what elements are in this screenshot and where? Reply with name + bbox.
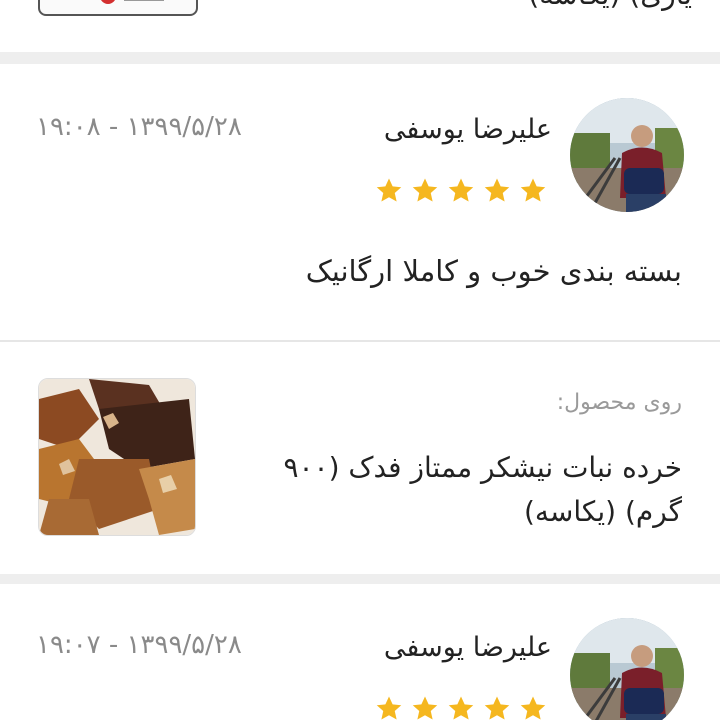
star-icon (412, 178, 438, 202)
star-icon (448, 696, 474, 720)
reviewer-name[interactable]: علیرضا یوسفی (384, 632, 552, 663)
product-name-line-1: خرده نبات نیشکر ممتاز فدک (۹۰۰ (283, 451, 682, 484)
review-card: علیرضا یوسفی ۱۳۹۹/۵/۲۸ - ۱۹:۰۸ بسته بندی… (0, 64, 720, 340)
star-icon (448, 178, 474, 202)
person-photo-icon (570, 98, 684, 212)
product-name-partial: یاری) (یکاسه) (528, 0, 692, 11)
product-card[interactable]: روی محصول: خرده نبات نیشکر ممتاز فدک (۹۰… (0, 342, 720, 574)
star-icon (412, 696, 438, 720)
product-card-partial[interactable]: یاری) (یکاسه) (0, 0, 720, 52)
rating-stars (374, 694, 548, 720)
review-date: ۱۳۹۹/۵/۲۸ - ۱۹:۰۸ (36, 112, 242, 142)
star-icon (520, 696, 546, 720)
reviewer-name[interactable]: علیرضا یوسفی (384, 114, 552, 145)
review-card: علیرضا یوسفی ۱۳۹۹/۵/۲۸ - ۱۹:۰۷ (0, 584, 720, 720)
review-comment: بسته بندی خوب و کاملا ارگانیک (305, 254, 682, 288)
product-name[interactable]: خرده نبات نیشکر ممتاز فدک (۹۰۰ گرم) (یکا… (242, 446, 682, 534)
product-thumbnail-partial (38, 0, 198, 16)
product-thumbnail[interactable] (38, 378, 196, 536)
person-photo-icon (570, 618, 684, 720)
review-date: ۱۳۹۹/۵/۲۸ - ۱۹:۰۷ (36, 630, 242, 660)
star-icon (484, 696, 510, 720)
star-icon (376, 178, 402, 202)
star-icon (376, 696, 402, 720)
product-label: روی محصول: (556, 390, 682, 415)
rating-stars (374, 176, 548, 206)
star-icon (484, 178, 510, 202)
rock-sugar-photo-icon (39, 379, 195, 535)
star-icon (520, 178, 546, 202)
user-avatar[interactable] (570, 618, 684, 720)
product-name-line-2: گرم) (یکاسه) (523, 495, 682, 528)
user-avatar[interactable] (570, 98, 684, 212)
